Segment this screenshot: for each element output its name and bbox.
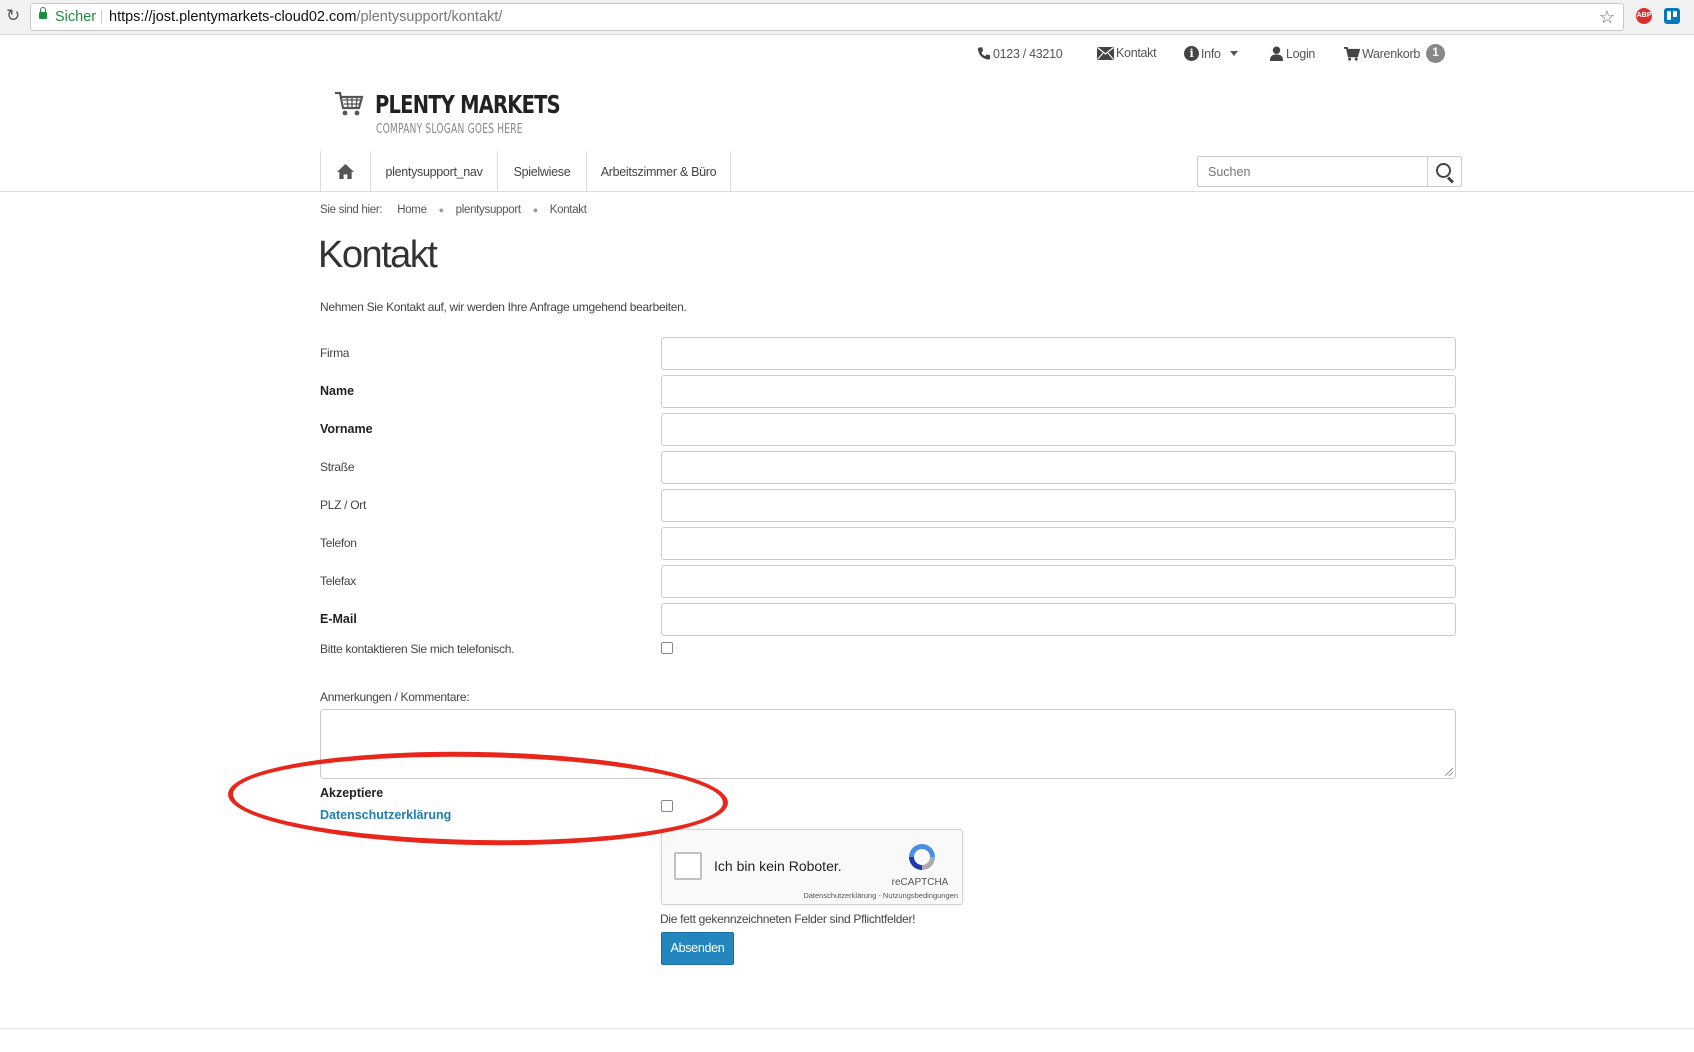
contact-link[interactable]: Kontakt bbox=[1097, 46, 1157, 60]
cart-icon bbox=[1344, 46, 1360, 61]
recaptcha-label: Ich bin kein Roboter. bbox=[714, 858, 842, 874]
breadcrumb-current: Kontakt bbox=[549, 204, 587, 216]
label-plz-ort: PLZ / Ort bbox=[320, 498, 366, 512]
label-name: Name bbox=[320, 384, 355, 398]
cart-label: Warenkorb bbox=[1362, 46, 1420, 61]
accept-privacy-checkbox[interactable] bbox=[661, 800, 673, 812]
lock-icon bbox=[39, 7, 47, 19]
logo-cart-icon bbox=[335, 91, 364, 116]
url-path: /plentysupport/kontakt/ bbox=[356, 9, 503, 25]
secure-label: Sicher bbox=[55, 9, 97, 25]
comments-label: Anmerkungen / Kommentare: bbox=[320, 690, 470, 704]
vorname-field[interactable] bbox=[661, 413, 1456, 446]
page-title: Kontakt bbox=[318, 234, 438, 276]
url-host: https://jost.plentymarkets-cloud02.com bbox=[109, 9, 357, 25]
firma-field[interactable] bbox=[661, 337, 1456, 370]
recaptcha-checkbox[interactable] bbox=[674, 852, 702, 880]
nav-home[interactable] bbox=[321, 151, 371, 192]
name-field[interactable] bbox=[661, 375, 1456, 408]
nav-item-plentysupport-nav[interactable]: plentysupport_nav bbox=[371, 151, 498, 192]
info-label: Info bbox=[1201, 46, 1221, 61]
nav-divider bbox=[0, 191, 1694, 192]
search-button[interactable] bbox=[1427, 157, 1461, 186]
adblock-extension-icon[interactable]: ABP bbox=[1636, 8, 1652, 24]
callback-checkbox[interactable] bbox=[661, 642, 673, 654]
footer-divider bbox=[0, 1028, 1694, 1029]
address-bar[interactable]: Sicher https://jost.plentymarkets-cloud0… bbox=[30, 3, 1624, 31]
privacy-policy-link[interactable]: Datenschutzerklärung bbox=[320, 808, 451, 822]
page-intro: Nehmen Sie Kontakt auf, wir werden Ihre … bbox=[320, 300, 687, 314]
search-box bbox=[1197, 156, 1462, 187]
label-telefax: Telefax bbox=[320, 574, 356, 588]
cart-count-badge: 1 bbox=[1425, 44, 1445, 63]
logo-title[interactable]: PLENTY MARKETS bbox=[375, 90, 561, 119]
breadcrumb: Sie sind hier: Home ● plentysupport ● Ko… bbox=[320, 204, 587, 216]
browser-toolbar: ↻ Sicher https://jost.plentymarkets-clou… bbox=[0, 0, 1694, 35]
bookmark-star-icon[interactable]: ☆ bbox=[1599, 4, 1615, 30]
plz-ort-field[interactable] bbox=[661, 489, 1456, 522]
label-email: E-Mail bbox=[320, 612, 357, 626]
recaptcha-terms-links[interactable]: Datenschutzerklärung - Nutzungsbedingung… bbox=[772, 891, 958, 900]
accept-label: Akzeptiere bbox=[320, 786, 384, 800]
breadcrumb-plentysupport[interactable]: plentysupport bbox=[456, 204, 521, 216]
callback-label: Bitte kontaktieren Sie mich telefonisch. bbox=[320, 642, 515, 656]
search-icon bbox=[1436, 163, 1451, 178]
recaptcha-logo-icon bbox=[909, 844, 935, 870]
extension-overflow-icon[interactable] bbox=[1686, 8, 1694, 24]
breadcrumb-separator: ● bbox=[532, 205, 538, 215]
user-icon bbox=[1269, 46, 1284, 61]
strasse-field[interactable] bbox=[661, 451, 1456, 484]
breadcrumb-home[interactable]: Home bbox=[397, 204, 427, 216]
resize-handle-icon[interactable] bbox=[1445, 768, 1453, 776]
submit-button[interactable]: Absenden bbox=[661, 932, 734, 965]
main-nav: plentysupport_nav Spielwiese Arbeitszimm… bbox=[320, 151, 731, 192]
search-input[interactable] bbox=[1198, 157, 1424, 186]
caret-down-icon bbox=[1229, 51, 1238, 56]
telefon-field[interactable] bbox=[661, 527, 1456, 560]
url-separator bbox=[101, 10, 102, 24]
phone-link[interactable]: 0123 / 43210 bbox=[977, 46, 1063, 61]
label-firma: Firma bbox=[320, 346, 350, 360]
nav-item-spielwiese[interactable]: Spielwiese bbox=[498, 151, 587, 192]
recaptcha-brand: reCAPTCHA bbox=[891, 877, 949, 888]
breadcrumb-separator: ● bbox=[438, 205, 444, 215]
required-fields-note: Die fett gekennzeichneten Felder sind Pf… bbox=[660, 912, 916, 926]
nav-item-arbeitszimmer-buero[interactable]: Arbeitszimmer & Büro bbox=[587, 151, 731, 192]
info-icon: i bbox=[1184, 46, 1199, 61]
cart-link[interactable]: Warenkorb 1 bbox=[1344, 44, 1445, 63]
telefax-field[interactable] bbox=[661, 565, 1456, 598]
info-menu[interactable]: i Info bbox=[1184, 46, 1238, 61]
label-telefon: Telefon bbox=[320, 536, 357, 550]
url-text[interactable]: https://jost.plentymarkets-cloud02.com/p… bbox=[109, 4, 502, 30]
trello-extension-icon[interactable] bbox=[1664, 8, 1680, 24]
email-field[interactable] bbox=[661, 603, 1456, 636]
label-strasse: Straße bbox=[320, 460, 355, 474]
reload-icon[interactable]: ↻ bbox=[6, 7, 22, 25]
phone-number: 0123 / 43210 bbox=[993, 46, 1063, 61]
comments-textarea[interactable] bbox=[320, 709, 1456, 779]
login-link[interactable]: Login bbox=[1269, 46, 1315, 61]
label-vorname: Vorname bbox=[320, 422, 373, 436]
home-icon bbox=[337, 163, 354, 180]
mail-icon bbox=[1097, 46, 1114, 60]
phone-icon bbox=[977, 47, 991, 60]
recaptcha-widget: Ich bin kein Roboter. reCAPTCHA Datensch… bbox=[661, 829, 963, 905]
contact-label: Kontakt bbox=[1116, 46, 1157, 60]
login-label: Login bbox=[1286, 46, 1316, 61]
breadcrumb-prefix: Sie sind hier: bbox=[320, 204, 383, 216]
logo-slogan: COMPANY SLOGAN GOES HERE bbox=[376, 122, 523, 137]
